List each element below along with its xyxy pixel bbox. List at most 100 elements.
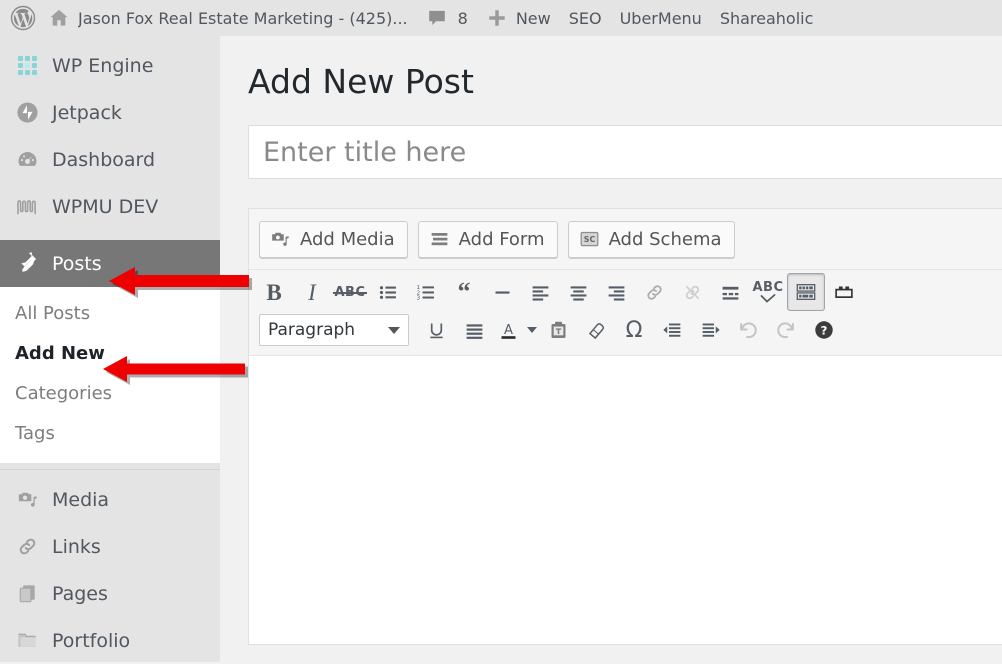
sidebar-item-label: Dashboard (52, 148, 156, 171)
adminbar-item-shareaholic[interactable]: Shareaholic (711, 0, 823, 36)
spellcheck-abc-icon: ABC (752, 281, 783, 303)
text-color-dropdown[interactable] (523, 311, 539, 349)
numbered-list-button[interactable]: 1 2 3 (407, 273, 445, 311)
spellcheck-button[interactable]: ABC (749, 273, 787, 311)
redo-icon (775, 319, 797, 341)
align-right-icon (606, 282, 627, 303)
remove-link-button[interactable] (673, 273, 711, 311)
text-color-button[interactable]: A (493, 311, 523, 349)
add-media-icon (270, 229, 291, 250)
omega-icon: Ω (625, 317, 643, 343)
blockquote-button[interactable]: “ (445, 273, 483, 311)
undo-icon (737, 319, 759, 341)
submenu-item-add-new[interactable]: Add New (0, 333, 220, 373)
bullet-list-icon (378, 282, 399, 303)
menu-divider (0, 469, 220, 470)
add-schema-sc-icon: SC (579, 229, 600, 250)
strikethrough-abc-icon: ABC (333, 284, 367, 300)
post-title-field-wrap: Enter title here (248, 125, 1002, 179)
paste-as-text-button[interactable] (539, 311, 577, 349)
keyboard-shortcuts-button[interactable]: ? (805, 311, 843, 349)
sidebar-item-portfolio[interactable]: Portfolio (0, 617, 220, 664)
chevron-down-icon (388, 326, 400, 334)
add-schema-label: Add Schema (608, 229, 722, 250)
toolbar-toggle-button[interactable] (787, 273, 825, 311)
submenu-item-tags[interactable]: Tags (0, 413, 220, 453)
add-form-button[interactable]: Add Form (417, 221, 558, 258)
post-title-input[interactable]: Enter title here (248, 125, 1002, 179)
submenu-item-all-posts[interactable]: All Posts (0, 293, 220, 333)
bullet-list-button[interactable] (369, 273, 407, 311)
link-chain-icon (14, 535, 40, 558)
clear-formatting-button[interactable] (577, 311, 615, 349)
svg-text:3: 3 (416, 295, 420, 301)
sidebar-item-pages[interactable]: Pages (0, 570, 220, 617)
submenu-item-categories[interactable]: Categories (0, 373, 220, 413)
underline-button[interactable] (417, 311, 455, 349)
align-justify-button[interactable] (455, 311, 493, 349)
editor-toolbar: B I ABC 1 2 3 “ ABC Paragraph A Ω ? (249, 269, 1002, 355)
align-center-icon (568, 282, 589, 303)
wordpress-logo-button[interactable] (0, 0, 42, 36)
fullscreen-button[interactable] (825, 273, 863, 311)
sidebar-item-wp-engine[interactable]: WP Engine (0, 42, 220, 89)
insert-link-button[interactable] (635, 273, 673, 311)
new-content-label: New (515, 8, 551, 28)
sidebar-item-label: Posts (52, 252, 102, 275)
sidebar-item-media[interactable]: Media (0, 476, 220, 523)
text-color-icon: A (498, 320, 519, 341)
submenu-item-label: Add New (15, 342, 105, 364)
post-title-placeholder: Enter title here (263, 136, 467, 168)
align-justify-icon (464, 320, 485, 341)
spellcheck-label: ABC (752, 280, 784, 295)
pushpin-icon (14, 252, 40, 275)
admin-bar: Jason Fox Real Estate Marketing - (425).… (0, 0, 1002, 36)
horizontal-rule-button[interactable] (483, 273, 521, 311)
italic-button[interactable]: I (293, 273, 331, 311)
adminbar-item-ubermenu[interactable]: UberMenu (611, 0, 711, 36)
main-content: Add New Post Enter title here Add Media (220, 36, 1002, 662)
align-left-button[interactable] (521, 273, 559, 311)
special-character-button[interactable]: Ω (615, 311, 653, 349)
comment-bubble-icon (426, 7, 448, 29)
indent-button[interactable] (691, 311, 729, 349)
new-content-menu[interactable]: New (477, 0, 560, 36)
redo-button[interactable] (767, 311, 805, 349)
read-more-icon (720, 282, 741, 303)
add-form-label: Add Form (458, 229, 545, 250)
align-right-button[interactable] (597, 273, 635, 311)
bold-icon: B (266, 279, 282, 305)
horizontal-rule-icon (492, 282, 513, 303)
sidebar-item-label: Portfolio (52, 629, 131, 652)
editor-content-area[interactable] (248, 355, 1002, 645)
add-media-button[interactable]: Add Media (259, 221, 408, 258)
sidebar-item-posts[interactable]: Posts (0, 240, 220, 287)
link-icon (644, 282, 665, 303)
bold-button[interactable]: B (255, 273, 293, 311)
site-name-label: Jason Fox Real Estate Marketing - (425).… (78, 8, 408, 28)
outdent-button[interactable] (653, 311, 691, 349)
comments-menu[interactable]: 8 (417, 0, 477, 36)
strikethrough-button[interactable]: ABC (331, 273, 369, 311)
undo-button[interactable] (729, 311, 767, 349)
fullscreen-icon (833, 281, 855, 303)
sidebar-item-wpmu-dev[interactable]: WPMU DEV (0, 183, 220, 230)
eraser-icon (586, 320, 607, 341)
sidebar-item-label: Pages (52, 582, 108, 605)
add-schema-button[interactable]: SC Add Schema (567, 221, 735, 258)
paragraph-format-value: Paragraph (268, 320, 356, 340)
adminbar-item-seo[interactable]: SEO (560, 0, 611, 36)
wordpress-logo-icon (10, 5, 36, 31)
jetpack-icon (14, 101, 40, 124)
submenu-item-label: All Posts (15, 302, 91, 324)
paragraph-format-select[interactable]: Paragraph (259, 314, 409, 346)
site-name-menu[interactable]: Jason Fox Real Estate Marketing - (425).… (42, 0, 417, 36)
sidebar-item-links[interactable]: Links (0, 523, 220, 570)
sidebar-item-jetpack[interactable]: Jetpack (0, 89, 220, 136)
page-title: Add New Post (248, 62, 474, 101)
read-more-button[interactable] (711, 273, 749, 311)
align-center-button[interactable] (559, 273, 597, 311)
sidebar-item-dashboard[interactable]: Dashboard (0, 136, 220, 183)
italic-icon: I (308, 279, 316, 305)
help-icon: ? (813, 319, 835, 341)
